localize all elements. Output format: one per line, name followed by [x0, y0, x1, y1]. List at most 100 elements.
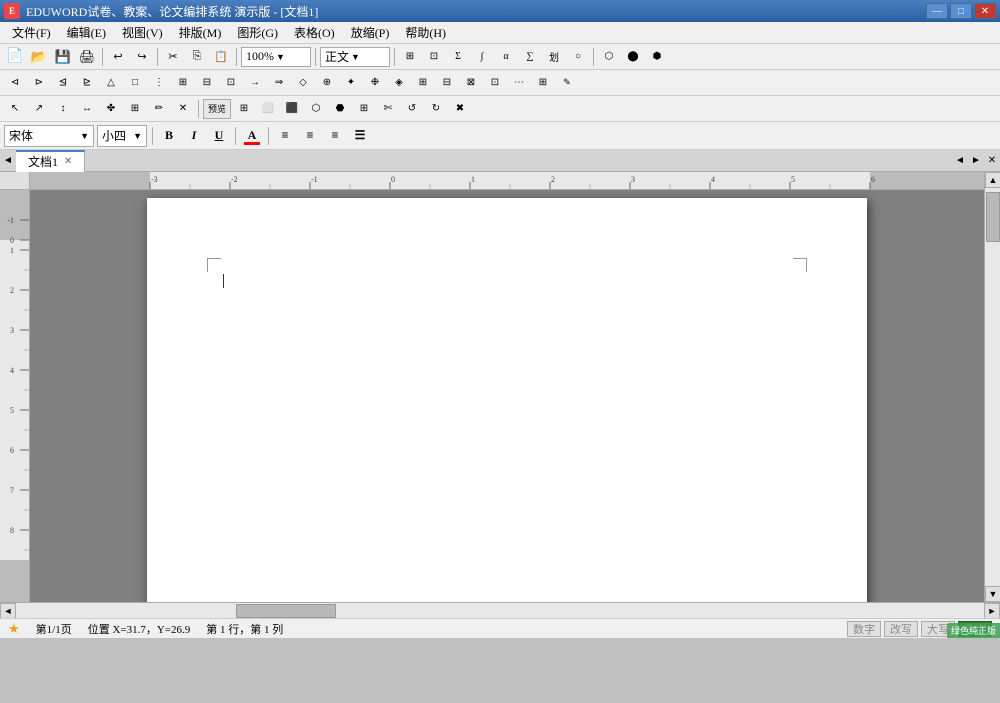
tb3-btn-1[interactable]: ↖ [4, 99, 26, 119]
tb3-btn-17[interactable]: ↻ [425, 99, 447, 119]
new-button[interactable]: 📄 [4, 47, 26, 67]
tb2-btn-1[interactable]: ⊲ [4, 73, 26, 93]
tb2-btn-2[interactable]: ⊳ [28, 73, 50, 93]
tb3-btn-13[interactable]: ⬣ [329, 99, 351, 119]
tb2-btn-8[interactable]: ⊞ [172, 73, 194, 93]
tab-nav-next[interactable]: ► [968, 150, 984, 172]
font-name-select[interactable]: 宋体 ▼ [4, 125, 94, 147]
tab-close-all[interactable]: ✕ [984, 150, 1000, 172]
align-right-button[interactable]: ≡ [324, 125, 346, 147]
tb2-btn-7[interactable]: ⋮ [148, 73, 170, 93]
justify-button[interactable]: ☰ [349, 125, 371, 147]
menu-edit[interactable]: 编辑(E) [59, 22, 114, 43]
align-center-button[interactable]: ≡ [299, 125, 321, 147]
tab-nav-prev[interactable]: ◄ [952, 150, 968, 172]
tb3-preview-btn[interactable]: 预览 [203, 99, 231, 119]
tb3-btn-18[interactable]: ✖ [449, 99, 471, 119]
save-button[interactable]: 💾 [52, 47, 74, 67]
tb-btn-6[interactable]: ∑ [519, 47, 541, 67]
menu-file[interactable]: 文件(F) [4, 22, 59, 43]
tb-btn-1[interactable]: ⊞ [399, 47, 421, 67]
tb2-btn-4[interactable]: ⊵ [76, 73, 98, 93]
open-button[interactable]: 📂 [28, 47, 50, 67]
tb3-btn-11[interactable]: ⬛ [281, 99, 303, 119]
tb-btn-7[interactable]: 划 [543, 47, 565, 67]
tb3-btn-15[interactable]: ✄ [377, 99, 399, 119]
print-button[interactable]: 🖨 [76, 47, 98, 67]
tb3-btn-4[interactable]: ↔ [76, 99, 98, 119]
maximize-button[interactable]: □ [950, 3, 972, 19]
tb-btn-9[interactable]: ⬡ [598, 47, 620, 67]
tb3-btn-2[interactable]: ↗ [28, 99, 50, 119]
tb2-btn-5[interactable]: △ [100, 73, 122, 93]
tb3-btn-6[interactable]: ⊞ [124, 99, 146, 119]
scroll-down-button[interactable]: ▼ [985, 586, 1000, 602]
tb-btn-2[interactable]: ⊡ [423, 47, 445, 67]
underline-button[interactable]: U [208, 125, 230, 147]
menu-view[interactable]: 视图(V) [114, 22, 171, 43]
menu-table[interactable]: 表格(O) [286, 22, 343, 43]
tb2-btn-17[interactable]: ◈ [388, 73, 410, 93]
tb2-btn-12[interactable]: ⇒ [268, 73, 290, 93]
tab-close-icon[interactable]: ✕ [64, 156, 72, 167]
cut-button[interactable]: ✂ [162, 47, 184, 67]
tb3-btn-5[interactable]: ✤ [100, 99, 122, 119]
copy-button[interactable]: ⎘ [186, 47, 208, 67]
undo-button[interactable]: ↩ [107, 47, 129, 67]
tb2-btn-18[interactable]: ⊞ [412, 73, 434, 93]
tb2-btn-9[interactable]: ⊟ [196, 73, 218, 93]
tab-document1[interactable]: 文档1 ✕ [16, 150, 85, 172]
tb2-btn-16[interactable]: ❉ [364, 73, 386, 93]
tb-btn-3[interactable]: Σ [447, 47, 469, 67]
bold-button[interactable]: B [158, 125, 180, 147]
tab-left-arrow[interactable]: ◄ [0, 150, 16, 172]
scroll-thumb-horizontal[interactable] [236, 604, 336, 618]
menu-help[interactable]: 帮助(H) [397, 22, 454, 43]
tb2-btn-22[interactable]: ⋯ [508, 73, 530, 93]
scroll-thumb-vertical[interactable] [986, 192, 1000, 242]
tb2-btn-14[interactable]: ⊕ [316, 73, 338, 93]
tb2-btn-20[interactable]: ⊠ [460, 73, 482, 93]
page-scroll-area[interactable] [30, 190, 984, 602]
mode-overwrite-btn[interactable]: 改写 [884, 621, 918, 637]
minimize-button[interactable]: — [926, 3, 948, 19]
tb-btn-10[interactable]: ⬤ [622, 47, 644, 67]
tb2-btn-13[interactable]: ◇ [292, 73, 314, 93]
scroll-left-button[interactable]: ◄ [0, 603, 16, 619]
tb3-btn-14[interactable]: ⊞ [353, 99, 375, 119]
tb2-btn-3[interactable]: ⊴ [52, 73, 74, 93]
tb2-btn-21[interactable]: ⊡ [484, 73, 506, 93]
tb2-btn-24[interactable]: ✎ [556, 73, 578, 93]
menu-zoom[interactable]: 放缩(P) [343, 22, 398, 43]
scroll-right-button[interactable]: ► [984, 603, 1000, 619]
tb2-btn-6[interactable]: □ [124, 73, 146, 93]
tb-btn-11[interactable]: ⬢ [646, 47, 668, 67]
tb2-btn-10[interactable]: ⊡ [220, 73, 242, 93]
tb3-btn-10[interactable]: ⬜ [257, 99, 279, 119]
scroll-up-button[interactable]: ▲ [985, 172, 1000, 188]
document-page[interactable] [147, 198, 867, 602]
zoom-combo[interactable]: 100% ▼ [241, 47, 311, 67]
tb-btn-4[interactable]: ∫ [471, 47, 493, 67]
redo-button[interactable]: ↪ [131, 47, 153, 67]
tb-btn-5[interactable]: α [495, 47, 517, 67]
tb2-btn-15[interactable]: ✦ [340, 73, 362, 93]
tb3-btn-16[interactable]: ↺ [401, 99, 423, 119]
tb3-btn-12[interactable]: ⬡ [305, 99, 327, 119]
tb3-btn-9[interactable]: ⊞ [233, 99, 255, 119]
menu-layout[interactable]: 排版(M) [171, 22, 230, 43]
tb3-btn-7[interactable]: ✏ [148, 99, 170, 119]
align-left-button[interactable]: ≡ [274, 125, 296, 147]
style-combo[interactable]: 正文 ▼ [320, 47, 390, 67]
tb3-btn-3[interactable]: ↕ [52, 99, 74, 119]
font-size-select[interactable]: 小四 ▼ [97, 125, 147, 147]
tb2-btn-23[interactable]: ⊞ [532, 73, 554, 93]
font-color-button[interactable]: A [241, 125, 263, 147]
tb-btn-8[interactable]: ○ [567, 47, 589, 67]
tb2-btn-11[interactable]: → [244, 73, 266, 93]
paste-button[interactable]: 📋 [210, 47, 232, 67]
menu-graphics[interactable]: 图形(G) [229, 22, 286, 43]
close-button[interactable]: ✕ [974, 3, 996, 19]
tb2-btn-19[interactable]: ⊟ [436, 73, 458, 93]
tb3-btn-8[interactable]: ✕ [172, 99, 194, 119]
